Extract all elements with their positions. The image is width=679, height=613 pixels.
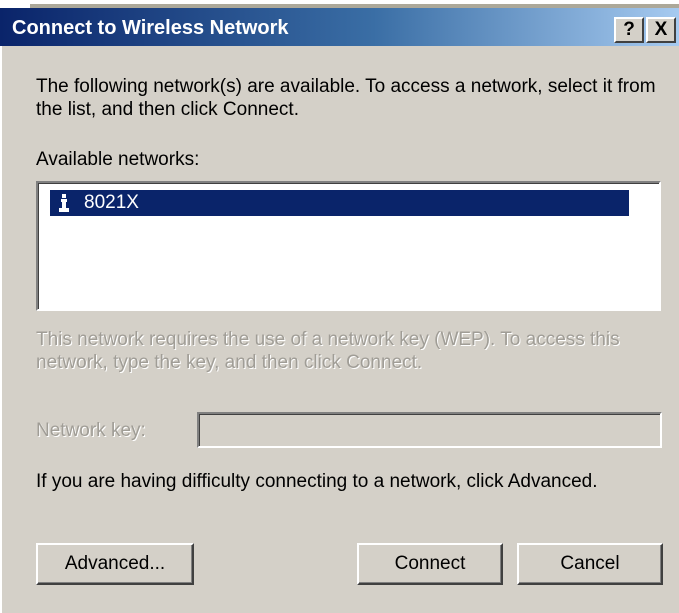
network-list-item[interactable]: 8021X bbox=[50, 190, 629, 216]
dialog-body: The following network(s) are available. … bbox=[0, 46, 679, 613]
title-bar[interactable]: Connect to Wireless Network ? X bbox=[0, 8, 679, 46]
cancel-button[interactable]: Cancel bbox=[517, 543, 663, 585]
connect-button[interactable]: Connect bbox=[357, 543, 503, 585]
window-title: Connect to Wireless Network bbox=[12, 17, 289, 39]
connect-wireless-dialog: Connect to Wireless Network ? X The foll… bbox=[0, 0, 679, 613]
close-button[interactable]: X bbox=[646, 17, 676, 43]
advanced-button[interactable]: Advanced... bbox=[36, 543, 194, 585]
intro-text: The following network(s) are available. … bbox=[36, 76, 656, 120]
wireless-network-icon bbox=[58, 193, 70, 213]
background-strip bbox=[0, 0, 679, 8]
available-networks-list[interactable]: 8021X bbox=[36, 181, 661, 311]
available-networks-label: Available networks: bbox=[36, 149, 200, 170]
difficulty-text: If you are having difficulty connecting … bbox=[36, 471, 598, 492]
help-button[interactable]: ? bbox=[614, 17, 644, 43]
network-name: 8021X bbox=[84, 192, 139, 213]
network-key-label: Network key: bbox=[36, 420, 146, 441]
wep-info-text: This network requires the use of a netwo… bbox=[36, 329, 620, 373]
network-key-field[interactable] bbox=[197, 412, 662, 448]
